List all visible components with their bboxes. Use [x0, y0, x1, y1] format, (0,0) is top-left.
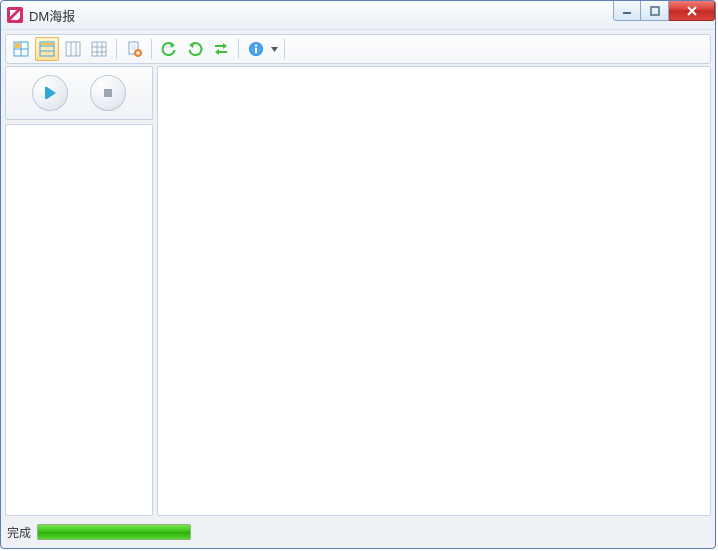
refresh-button-1[interactable] — [157, 37, 181, 61]
page-add-button[interactable] — [122, 37, 146, 61]
grid-icon — [13, 41, 29, 57]
main-panel[interactable] — [157, 66, 711, 516]
view-detail-button[interactable] — [35, 37, 59, 61]
status-text: 完成 — [5, 524, 31, 541]
table-icon — [91, 41, 107, 57]
toolbar-separator — [116, 39, 117, 59]
view-grid-button[interactable] — [9, 37, 33, 61]
chevron-down-icon — [271, 47, 278, 52]
left-column — [5, 66, 153, 516]
detail-icon — [39, 41, 55, 57]
swap-button[interactable] — [209, 37, 233, 61]
body — [5, 66, 711, 516]
view-columns-button[interactable] — [61, 37, 85, 61]
refresh-ccw-icon — [161, 41, 177, 57]
play-icon — [42, 85, 58, 101]
info-button[interactable] — [244, 37, 268, 61]
progress-bar — [37, 524, 191, 540]
app-window: DM海报 — [0, 0, 716, 549]
swap-icon — [213, 41, 229, 57]
toolbar-separator — [284, 39, 285, 59]
app-icon — [7, 7, 23, 23]
maximize-button[interactable] — [641, 1, 669, 21]
stop-button[interactable] — [90, 75, 126, 111]
close-button[interactable] — [669, 1, 715, 21]
play-button[interactable] — [32, 75, 68, 111]
titlebar: DM海报 — [1, 1, 715, 30]
view-table-button[interactable] — [87, 37, 111, 61]
toolbar-separator — [151, 39, 152, 59]
refresh-button-2[interactable] — [183, 37, 207, 61]
refresh-cw-icon — [187, 41, 203, 57]
close-icon — [686, 6, 698, 16]
control-panel — [5, 66, 153, 120]
window-title: DM海报 — [29, 6, 75, 25]
maximize-icon — [650, 6, 660, 16]
page-add-icon — [126, 41, 142, 57]
list-panel[interactable] — [5, 124, 153, 516]
info-icon — [248, 41, 264, 57]
info-dropdown[interactable] — [270, 47, 279, 52]
toolbar — [5, 34, 711, 64]
statusbar: 完成 — [5, 520, 711, 544]
stop-icon — [101, 86, 115, 100]
columns-icon — [65, 41, 81, 57]
minimize-icon — [622, 6, 632, 16]
progress-fill — [38, 525, 190, 539]
minimize-button[interactable] — [613, 1, 641, 21]
window-controls — [613, 1, 715, 21]
toolbar-separator — [238, 39, 239, 59]
